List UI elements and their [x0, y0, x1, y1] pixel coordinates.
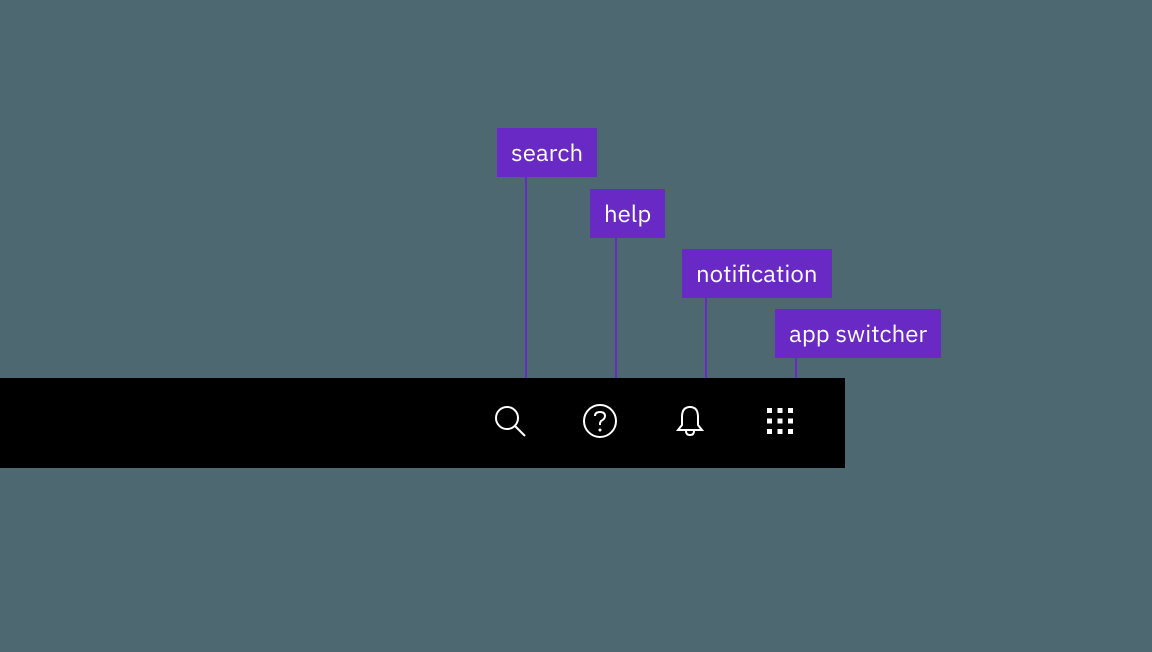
connector-notification	[705, 295, 707, 378]
help-icon	[582, 403, 618, 444]
app-switcher-button[interactable]	[735, 378, 825, 468]
connector-search	[525, 174, 527, 378]
app-switcher-icon	[765, 406, 795, 441]
connector-help	[615, 235, 617, 378]
notification-button[interactable]	[645, 378, 735, 468]
toolbar	[0, 378, 845, 468]
notification-icon	[672, 403, 708, 444]
label-notification: notification	[682, 249, 832, 298]
label-help: help	[590, 189, 665, 238]
help-button[interactable]	[555, 378, 645, 468]
search-icon	[493, 404, 527, 443]
label-app-switcher: app switcher	[775, 309, 941, 358]
label-search: search	[497, 128, 597, 177]
search-button[interactable]	[465, 378, 555, 468]
connector-app-switcher	[795, 356, 797, 378]
